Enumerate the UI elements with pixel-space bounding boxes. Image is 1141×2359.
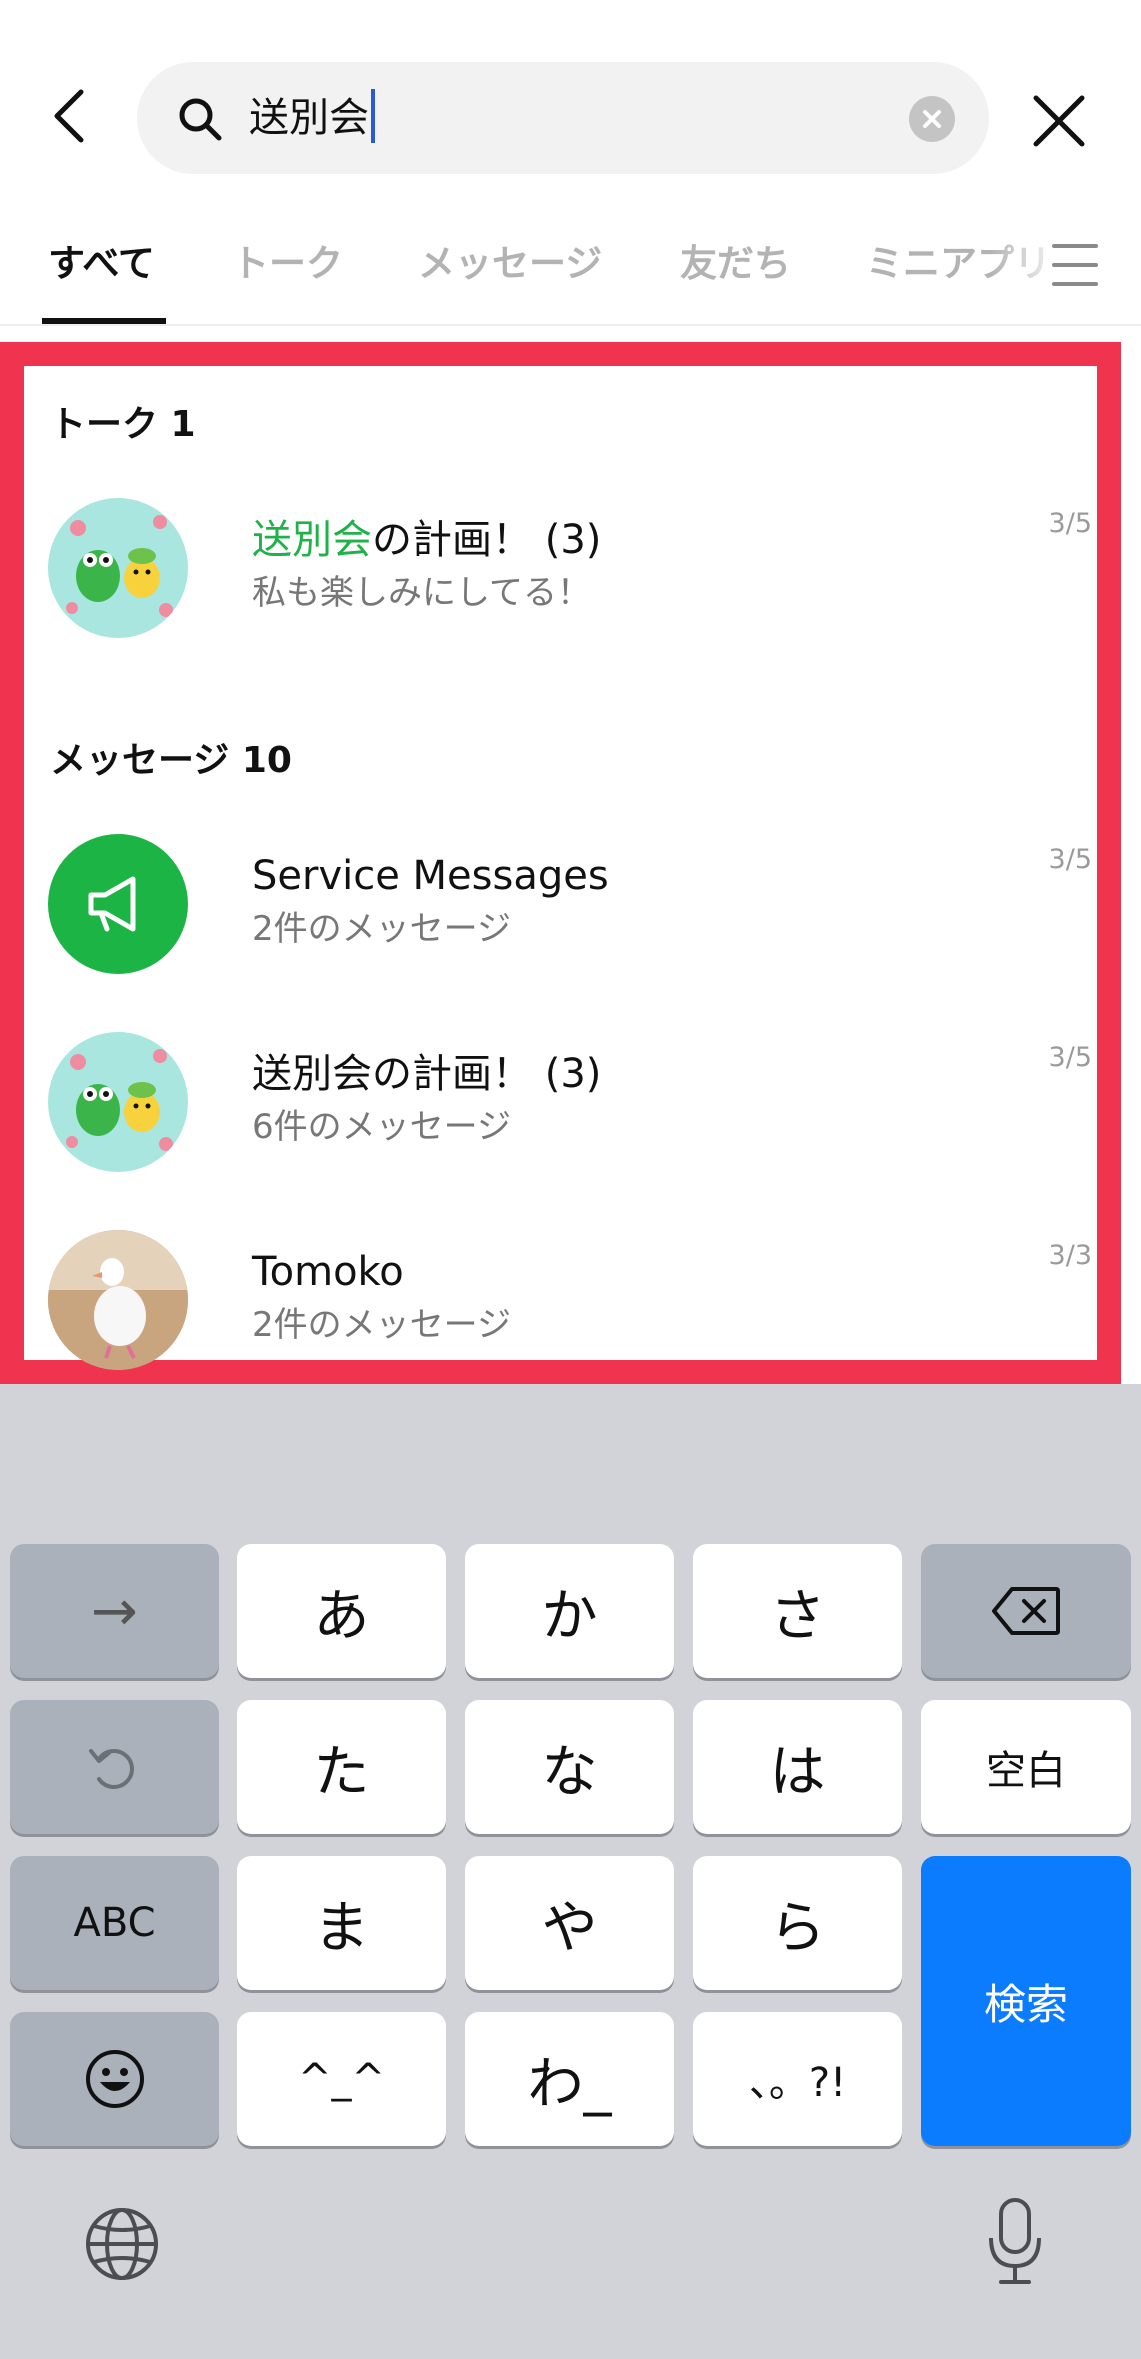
tab-talk[interactable]: トーク (232, 234, 343, 294)
backspace-icon (992, 1587, 1060, 1635)
result-tabs: すべて トーク メッセージ 友だち ミニアプリ (0, 218, 1141, 326)
key-ra[interactable]: ら (693, 1856, 902, 1990)
key-sa[interactable]: さ (693, 1544, 902, 1678)
key-wa[interactable]: わ_ (465, 2012, 674, 2146)
key-ha[interactable]: は (693, 1700, 902, 1834)
key-a[interactable]: あ (237, 1544, 446, 1678)
backspace-key[interactable] (921, 1544, 1131, 1678)
active-tab-indicator (42, 318, 166, 324)
key-kaomoji[interactable]: ^_^ (237, 2012, 446, 2146)
result-title: 送別会の計画！ (3) (252, 517, 602, 563)
space-key[interactable]: 空白 (921, 1700, 1131, 1834)
result-date: 3/3 (1048, 1240, 1092, 1271)
microphone-icon[interactable] (985, 2196, 1045, 2288)
highlighted-match: 送別会 (252, 517, 372, 563)
search-query: 送別会 (249, 88, 375, 148)
key-punctuation[interactable]: 、。?! (693, 2012, 902, 2146)
close-icon[interactable] (1030, 92, 1088, 150)
result-date: 3/5 (1048, 508, 1092, 539)
result-title: Service Messages (252, 853, 609, 899)
result-subtitle: 2件のメッセージ (252, 909, 511, 949)
key-na[interactable]: な (465, 1700, 674, 1834)
undo-key[interactable] (10, 1700, 219, 1834)
abc-key[interactable]: ABC (10, 1856, 219, 1990)
globe-icon[interactable] (82, 2204, 162, 2284)
message-result-row[interactable]: 送別会の計画！ (3) 6件のメッセージ 3/5 (48, 1028, 1098, 1178)
search-header: 送別会 (0, 0, 1141, 200)
message-result-row[interactable]: Service Messages 2件のメッセージ 3/5 (48, 830, 1098, 980)
search-icon (179, 98, 222, 141)
tab-menu-icon[interactable] (1052, 236, 1098, 294)
tab-friends[interactable]: 友だち (680, 234, 791, 294)
text-caret (371, 89, 375, 143)
section-title-messages: メッセージ 10 (50, 740, 292, 781)
section-title-talk: トーク 1 (50, 404, 196, 445)
key-ka[interactable]: か (465, 1544, 674, 1678)
sticker-avatar (48, 498, 188, 638)
result-title: 送別会の計画！ (3) (252, 1051, 602, 1097)
clear-search-button[interactable] (909, 96, 955, 142)
key-ma[interactable]: ま (237, 1856, 446, 1990)
back-button[interactable] (44, 86, 94, 146)
duck-photo-avatar (48, 1230, 188, 1370)
tab-messages[interactable]: メッセージ (418, 234, 602, 294)
sticker-avatar (48, 1032, 188, 1172)
search-input[interactable]: 送別会 (137, 62, 989, 174)
key-ta[interactable]: た (237, 1700, 446, 1834)
search-results: トーク 1 送別会の計画！ (3) 私も楽しみにしてる！ 3/5 メッセージ 1… (0, 342, 1121, 1384)
clear-x-icon (923, 110, 941, 128)
chevron-left-icon (54, 89, 84, 143)
tab-all[interactable]: すべて (48, 234, 155, 294)
result-title: Tomoko (252, 1249, 404, 1295)
result-date: 3/5 (1048, 1042, 1092, 1073)
key-arrow[interactable]: → (10, 1544, 219, 1678)
undo-icon (88, 1749, 134, 1789)
emoji-icon (85, 2050, 144, 2108)
message-result-row[interactable]: Tomoko 2件のメッセージ 3/3 (48, 1226, 1098, 1376)
result-subtitle: 6件のメッセージ (252, 1107, 511, 1147)
search-key[interactable]: 検索 (921, 1856, 1131, 2146)
megaphone-icon (48, 834, 188, 974)
result-subtitle: 2件のメッセージ (252, 1305, 511, 1345)
result-date: 3/5 (1048, 844, 1092, 875)
key-ya[interactable]: や (465, 1856, 674, 1990)
japanese-kana-keyboard: → あ か さ た な は 空白 ABC ま や ら 検索 ^_^ わ_ 、。?… (0, 1384, 1141, 2359)
result-subtitle: 私も楽しみにしてる！ (252, 573, 591, 613)
talk-result-row[interactable]: 送別会の計画！ (3) 私も楽しみにしてる！ 3/5 (48, 494, 1098, 644)
emoji-key[interactable] (10, 2012, 219, 2146)
